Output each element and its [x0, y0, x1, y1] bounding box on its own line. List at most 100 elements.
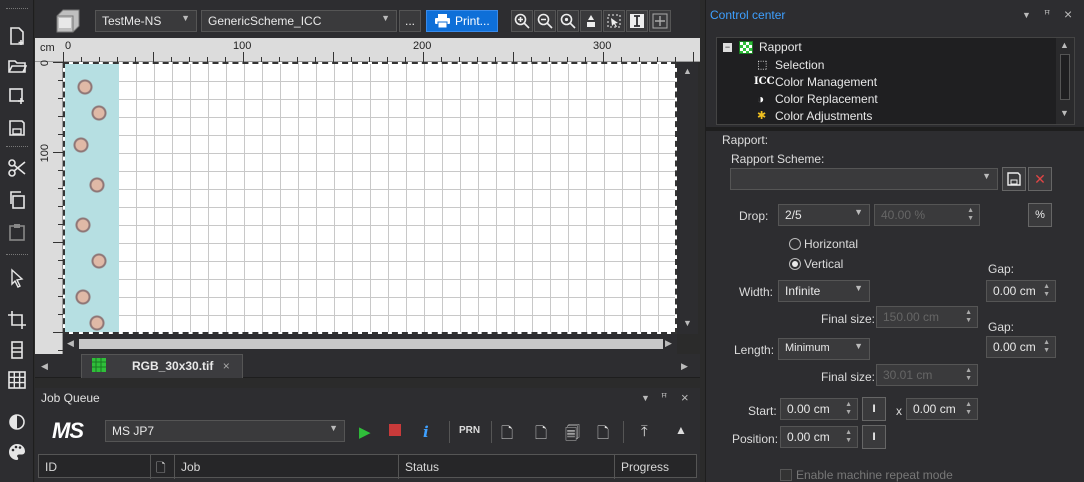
move-top-icon[interactable]: ⤒ — [641, 423, 648, 440]
start-x-input[interactable]: 0.00 cm ▲ ▼ — [780, 398, 858, 420]
drop-percent-input[interactable]: 40.00 % ▲ ▼ — [874, 204, 980, 226]
delete-scheme-icon[interactable]: ✕ — [1028, 167, 1052, 191]
job-add-icon[interactable]: 🗋 — [501, 423, 513, 448]
copy-icon[interactable] — [5, 188, 29, 212]
column-header-id[interactable]: ID — [39, 455, 151, 479]
length-select[interactable]: Minimum ▼ — [778, 338, 870, 360]
panel-menu-icon[interactable]: ▼ — [1022, 10, 1031, 20]
printer-icon[interactable] — [53, 6, 83, 36]
import-icon[interactable] — [5, 84, 29, 108]
profile-select[interactable]: TestMe-NS ▼ — [95, 10, 197, 32]
close-icon[interactable]: × — [223, 359, 230, 373]
vertical-radio[interactable] — [789, 258, 801, 270]
column-header-status[interactable]: Status — [399, 455, 615, 479]
rows-icon[interactable] — [5, 338, 29, 362]
tree-item-selection[interactable]: Selection — [775, 58, 824, 72]
ellipsis-button[interactable]: ... — [399, 10, 421, 32]
spinner-icon[interactable]: ▲ ▼ — [965, 367, 972, 383]
job-remove-icon[interactable]: 🗋 — [597, 423, 609, 448]
play-icon[interactable]: ▶ — [359, 423, 371, 441]
final-size-input[interactable]: 150.00 cm ▲ ▼ — [876, 306, 978, 328]
final-size-input[interactable]: 30.01 cm ▲ ▼ — [876, 364, 978, 386]
rapport-scheme-select[interactable]: ▼ — [730, 168, 998, 190]
width-select[interactable]: Infinite ▼ — [778, 280, 870, 302]
spinner-icon[interactable]: ▲ ▼ — [845, 429, 852, 445]
machine-repeat-checkbox[interactable] — [780, 469, 792, 481]
crop-icon[interactable] — [5, 308, 29, 332]
job-pause-icon[interactable]: 🗋 — [535, 423, 547, 448]
pointer-icon[interactable] — [5, 266, 29, 290]
scroll-down-icon[interactable]: ▼ — [1060, 108, 1069, 118]
prn-button[interactable]: PRN — [459, 425, 480, 436]
fit-page-icon[interactable] — [580, 10, 602, 32]
info-icon[interactable]: i — [423, 423, 429, 441]
expand-icon[interactable] — [649, 10, 671, 32]
reset-x-icon[interactable]: I — [862, 397, 886, 421]
cut-icon[interactable] — [5, 156, 29, 180]
tree-item-color-management[interactable]: Color Management — [775, 75, 877, 89]
gap-input[interactable]: 0.00 cm ▲ ▼ — [986, 280, 1056, 302]
height-icon[interactable] — [626, 10, 648, 32]
gap-input[interactable]: 0.00 cm ▲ ▼ — [986, 336, 1056, 358]
scroll-right-icon[interactable]: ▶ — [665, 338, 672, 349]
zoom-fit-icon[interactable] — [557, 10, 579, 32]
panel-menu-icon[interactable]: ▼ — [641, 393, 650, 403]
tree-scrollbar[interactable]: ▲ ▼ — [1056, 38, 1074, 124]
pin-icon[interactable]: ꟸ — [661, 391, 667, 404]
splitter[interactable] — [706, 127, 1084, 131]
spinner-icon[interactable]: ▲ ▼ — [845, 401, 852, 417]
toolbar-grip[interactable] — [6, 254, 28, 257]
tab-scroll-left-icon[interactable]: ◀ — [41, 361, 48, 372]
collapse-icon[interactable]: − — [723, 43, 732, 52]
scheme-select[interactable]: GenericScheme_ICC ▼ — [201, 10, 397, 32]
tab-scroll-right-icon[interactable]: ▶ — [681, 361, 688, 372]
save-scheme-icon[interactable] — [1002, 167, 1026, 191]
grid-icon[interactable] — [5, 368, 29, 392]
open-folder-icon[interactable] — [5, 54, 29, 78]
job-copy-icon[interactable]: 🗐 — [565, 423, 580, 448]
palette-icon[interactable] — [5, 440, 29, 464]
zoom-in-icon[interactable] — [511, 10, 533, 32]
stop-icon[interactable] — [389, 424, 401, 436]
spinner-icon[interactable]: ▲ ▼ — [1043, 283, 1050, 299]
new-file-icon[interactable] — [5, 24, 29, 48]
column-header-job[interactable]: Job — [175, 455, 399, 479]
print-button[interactable]: Print... — [426, 10, 498, 32]
tree-item-color-replacement[interactable]: Color Replacement — [775, 92, 878, 106]
horizontal-scrollbar[interactable]: ◀ ▶ — [63, 334, 677, 354]
percent-button[interactable]: % — [1028, 203, 1052, 227]
scroll-thumb[interactable] — [1060, 54, 1070, 100]
spinner-icon[interactable]: ▲ ▼ — [1043, 339, 1050, 355]
reset-position-icon[interactable]: I — [862, 425, 886, 449]
scroll-left-icon[interactable]: ◀ — [67, 338, 74, 349]
scroll-up-icon[interactable]: ▲ — [683, 66, 692, 76]
column-header-progress[interactable]: Progress — [615, 455, 698, 479]
design-canvas[interactable] — [63, 62, 677, 334]
color-replace-icon[interactable] — [5, 410, 29, 434]
drop-select[interactable]: 2/5 ▼ — [778, 204, 870, 226]
spinner-icon[interactable]: ▲ ▼ — [965, 401, 972, 417]
scroll-thumb[interactable] — [79, 339, 663, 349]
vertical-scrollbar[interactable]: ▲ ▼ — [677, 62, 698, 334]
close-icon[interactable]: × — [681, 390, 689, 405]
spinner-icon[interactable]: ▲ ▼ — [967, 207, 974, 223]
tree-item-color-adjustments[interactable]: Color Adjustments — [775, 109, 872, 123]
position-input[interactable]: 0.00 cm ▲ ▼ — [780, 426, 858, 448]
zoom-out-icon[interactable] — [534, 10, 556, 32]
move-up-icon[interactable]: ▲ — [675, 423, 687, 437]
selection-tool-icon[interactable] — [603, 10, 625, 32]
close-icon[interactable]: × — [1064, 6, 1072, 22]
horizontal-radio[interactable] — [789, 238, 801, 250]
spinner-icon[interactable]: ▲ ▼ — [965, 309, 972, 325]
scroll-down-icon[interactable]: ▼ — [683, 318, 692, 328]
tab-document[interactable]: RGB_30x30.tif × — [81, 354, 243, 378]
pin-icon[interactable]: ꟸ — [1044, 8, 1050, 21]
start-y-input[interactable]: 0.00 cm ▲ ▼ — [906, 398, 978, 420]
scroll-up-icon[interactable]: ▲ — [1060, 40, 1069, 50]
printer-select[interactable]: MS JP7 ▼ — [105, 420, 345, 442]
save-icon[interactable] — [5, 116, 29, 140]
tree-item-rapport[interactable]: Rapport — [759, 40, 802, 54]
paste-icon[interactable] — [5, 220, 29, 244]
toolbar-grip[interactable] — [6, 146, 28, 149]
file-icon[interactable]: 🗋 — [151, 455, 175, 479]
